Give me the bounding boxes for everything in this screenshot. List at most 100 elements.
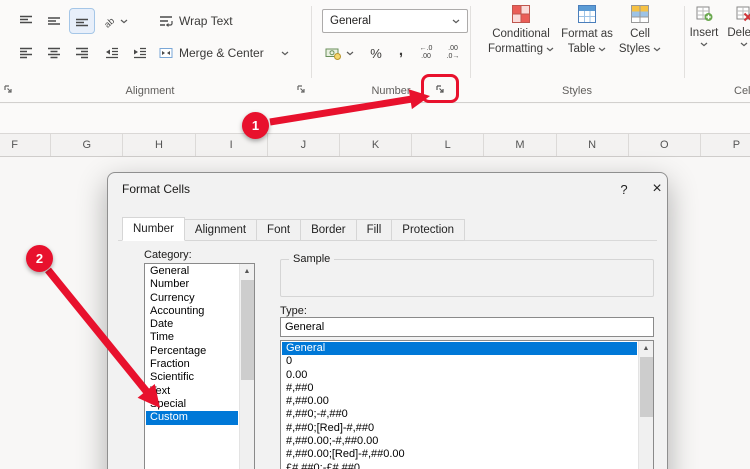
merge-center-label: Merge & Center [179, 46, 264, 60]
sample-label: Sample [289, 253, 334, 265]
ribbon: ab Wrap Text Merge & Center General % , [0, 0, 750, 103]
cell-styles-icon [631, 5, 649, 23]
category-item[interactable]: Currency [146, 292, 238, 305]
scroll-up-icon[interactable]: ▲ [240, 264, 254, 279]
help-button[interactable]: ? [611, 178, 637, 200]
category-item[interactable]: Text [146, 385, 238, 398]
tab-border[interactable]: Border [301, 219, 357, 241]
column-header[interactable]: G [51, 134, 123, 156]
decrease-indent-button[interactable] [100, 41, 124, 65]
cells-group-label: Cells [734, 85, 750, 99]
scroll-up-icon[interactable]: ▲ [639, 341, 653, 356]
dialog-tabs: Number Alignment Font Border Fill Protec… [122, 219, 465, 241]
insert-button[interactable]: Insert [686, 5, 722, 47]
alignment-dialog-launcher[interactable] [294, 82, 308, 96]
delete-cells-icon [736, 5, 750, 22]
column-header[interactable]: N [557, 134, 629, 156]
category-item[interactable]: General [146, 265, 238, 278]
column-header[interactable]: M [484, 134, 556, 156]
type-item-selected[interactable]: General [282, 342, 637, 355]
type-scrollbar[interactable]: ▲ [638, 341, 653, 469]
category-item-selected[interactable]: Custom [146, 411, 238, 424]
accounting-format-chevron-icon[interactable] [344, 41, 356, 65]
group-separator [311, 6, 312, 78]
scrollbar-thumb[interactable] [640, 357, 653, 417]
delete-button[interactable]: Delete [722, 5, 750, 47]
align-bottom-button[interactable] [70, 9, 94, 33]
column-header-row: F G H I J K L M N O P [0, 133, 750, 157]
insert-label: Insert [690, 27, 719, 40]
chevron-down-icon [598, 47, 606, 52]
type-item[interactable]: #,##0;-#,##0 [282, 408, 637, 421]
align-bottom-icon [74, 13, 90, 29]
category-item[interactable]: Fraction [146, 358, 238, 371]
close-button[interactable]: × [644, 178, 670, 200]
tab-alignment[interactable]: Alignment [185, 219, 257, 241]
delete-label: Delete [727, 27, 750, 40]
column-header[interactable]: P [701, 134, 750, 156]
increase-decimal-button[interactable]: ←.0 .00 [413, 41, 439, 65]
wrap-text-button[interactable]: Wrap Text [158, 9, 233, 33]
category-item[interactable]: Scientific [146, 371, 238, 384]
type-item[interactable]: 0 [282, 355, 637, 368]
category-label: Category: [144, 249, 192, 261]
accounting-format-button[interactable] [322, 41, 344, 65]
align-middle-button[interactable] [42, 9, 66, 33]
align-center-button[interactable] [42, 41, 66, 65]
format-as-table-button[interactable]: Format as Table [558, 5, 616, 56]
comma-style-button[interactable]: , [389, 41, 413, 65]
increase-indent-icon [132, 45, 148, 61]
number-launcher-highlight-box [421, 74, 459, 103]
category-item[interactable]: Date [146, 318, 238, 331]
conditional-formatting-button[interactable]: Conditional Formatting [488, 5, 554, 56]
category-item[interactable]: Accounting [146, 305, 238, 318]
percent-style-label: % [370, 46, 382, 61]
orientation-icon: ab [102, 13, 118, 29]
group-separator [684, 6, 685, 78]
type-listbox: General 0 0.00 #,##0 #,##0.00 #,##0;-#,#… [280, 340, 654, 469]
column-header[interactable]: L [412, 134, 484, 156]
percent-style-button[interactable]: % [364, 41, 388, 65]
format-cells-dialog: Format Cells ? × Number Alignment Font B… [107, 172, 668, 469]
increase-indent-button[interactable] [128, 41, 152, 65]
tab-protection[interactable]: Protection [392, 219, 465, 241]
category-scrollbar[interactable]: ▲ [239, 264, 254, 469]
merge-center-chevron-icon[interactable] [278, 41, 292, 65]
category-item[interactable]: Time [146, 331, 238, 344]
tab-number[interactable]: Number [122, 217, 185, 241]
merge-center-button[interactable]: Merge & Center [158, 41, 264, 65]
chevron-down-icon [740, 42, 748, 47]
type-item[interactable]: £#,##0;-£#,##0 [282, 462, 637, 469]
category-item[interactable]: Number [146, 278, 238, 291]
cell-styles-button[interactable]: Cell Styles [616, 5, 664, 56]
step-1-badge: 1 [242, 112, 269, 139]
tab-fill[interactable]: Fill [357, 219, 393, 241]
category-item[interactable]: Special [146, 398, 238, 411]
alignment-group-label: Alignment [0, 85, 300, 99]
type-item[interactable]: #,##0.00 [282, 395, 637, 408]
tab-font[interactable]: Font [257, 219, 301, 241]
align-right-button[interactable] [70, 41, 94, 65]
svg-text:ab: ab [102, 16, 116, 29]
align-left-button[interactable] [14, 41, 38, 65]
type-item[interactable]: 0.00 [282, 369, 637, 382]
type-item[interactable]: #,##0 [282, 382, 637, 395]
number-format-select[interactable]: General [322, 9, 468, 33]
decrease-decimal-button[interactable]: .00 .0→ [440, 41, 466, 65]
column-header[interactable]: O [629, 134, 701, 156]
type-item[interactable]: #,##0;[Red]-#,##0 [282, 422, 637, 435]
type-input[interactable]: General [280, 317, 654, 337]
align-top-button[interactable] [14, 9, 38, 33]
category-item[interactable]: Percentage [146, 345, 238, 358]
type-item[interactable]: #,##0.00;-#,##0.00 [282, 435, 637, 448]
type-label: Type: [280, 305, 307, 317]
styles-group-label: Styles [470, 85, 684, 99]
orientation-dropdown-chevron-icon[interactable] [118, 9, 130, 33]
group-separator [470, 6, 471, 78]
column-header[interactable]: K [340, 134, 412, 156]
type-item[interactable]: #,##0.00;[Red]-#,##0.00 [282, 448, 637, 461]
column-header[interactable]: H [123, 134, 195, 156]
scrollbar-thumb[interactable] [241, 280, 254, 380]
column-header[interactable]: F [0, 134, 51, 156]
column-header[interactable]: J [268, 134, 340, 156]
